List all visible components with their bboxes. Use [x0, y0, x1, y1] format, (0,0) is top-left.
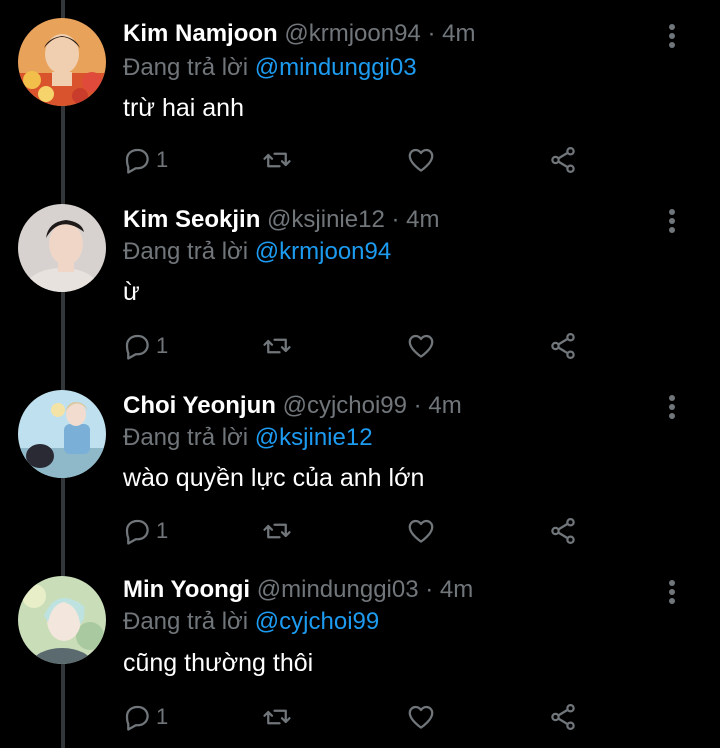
- user-handle[interactable]: @cyjchoi99: [283, 392, 407, 419]
- retweet-button[interactable]: [262, 511, 292, 551]
- tweet-header: Kim Namjoon @krmjoon94 · 4m: [123, 18, 475, 50]
- tweet-header: Kim Seokjin @ksjinie12 · 4m: [123, 204, 439, 236]
- tweet[interactable]: Kim Namjoon @krmjoon94 · 4m Đang trả lời…: [0, 0, 720, 185]
- share-icon: [551, 147, 575, 173]
- avatar[interactable]: [18, 390, 106, 478]
- reply-button[interactable]: 1: [122, 140, 168, 180]
- retweet-icon: [263, 338, 291, 354]
- retweet-button[interactable]: [262, 326, 292, 366]
- share-icon: [551, 333, 575, 359]
- like-button[interactable]: [406, 140, 436, 180]
- share-button[interactable]: [548, 140, 578, 180]
- tweet-header: Choi Yeonjun @cyjchoi99 · 4m: [123, 390, 462, 422]
- reply-button[interactable]: 1: [122, 511, 168, 551]
- reply-count: 1: [156, 704, 169, 729]
- heart-icon: [408, 519, 434, 543]
- more-options-icon[interactable]: [660, 21, 684, 51]
- timestamp[interactable]: 4m: [440, 576, 473, 603]
- tweet-text: trừ hai anh: [123, 94, 244, 122]
- tweet-actions: 1: [120, 326, 600, 366]
- tweet-text: ừ: [123, 278, 140, 306]
- replying-label: Đang trả lời: [123, 424, 249, 451]
- avatar[interactable]: [18, 18, 106, 106]
- replying-label: Đang trả lời: [123, 54, 249, 81]
- share-icon: [551, 704, 575, 730]
- user-handle[interactable]: @mindunggi03: [257, 576, 419, 603]
- replying-mention[interactable]: @krmjoon94: [255, 238, 391, 265]
- timestamp[interactable]: 4m: [406, 206, 439, 233]
- separator-dot: ·: [413, 392, 422, 419]
- separator-dot: ·: [391, 206, 400, 233]
- avatar[interactable]: [18, 204, 106, 292]
- like-button[interactable]: [406, 511, 436, 551]
- tweet-actions: 1: [120, 511, 600, 551]
- replying-to: Đang trả lời @krmjoon94: [123, 236, 391, 268]
- heart-icon: [408, 334, 434, 358]
- separator-dot: ·: [427, 20, 436, 47]
- replying-mention[interactable]: @cyjchoi99: [255, 608, 379, 635]
- tweet-text: cũng thường thôi: [123, 649, 314, 677]
- user-handle[interactable]: @ksjinie12: [267, 206, 385, 233]
- avatar[interactable]: [18, 576, 106, 664]
- replying-to: Đang trả lời @mindunggi03: [123, 52, 417, 84]
- reply-count: 1: [156, 333, 169, 358]
- more-options-icon[interactable]: [660, 577, 684, 607]
- display-name[interactable]: Kim Seokjin: [123, 206, 260, 233]
- tweet-actions: 1: [120, 140, 600, 180]
- tweet[interactable]: Kim Seokjin @ksjinie12 · 4m Đang trả lời…: [0, 186, 720, 371]
- display-name[interactable]: Choi Yeonjun: [123, 392, 276, 419]
- tweet-text: wào quyền lực của anh lớn: [123, 464, 425, 492]
- heart-icon: [408, 705, 434, 729]
- retweet-icon: [263, 709, 291, 725]
- share-button[interactable]: [548, 326, 578, 366]
- tweet[interactable]: Choi Yeonjun @cyjchoi99 · 4m Đang trả lờ…: [0, 372, 720, 557]
- reply-icon: [125, 334, 149, 360]
- retweet-icon: [263, 523, 291, 539]
- reply-icon: [125, 519, 149, 545]
- reply-count: 1: [156, 147, 169, 172]
- like-button[interactable]: [406, 326, 436, 366]
- reply-icon: [125, 148, 149, 174]
- replying-label: Đang trả lời: [123, 608, 249, 635]
- replying-mention[interactable]: @mindunggi03: [255, 54, 417, 81]
- share-button[interactable]: [548, 511, 578, 551]
- replying-to: Đang trả lời @ksjinie12: [123, 422, 373, 454]
- reply-count: 1: [156, 518, 169, 543]
- share-icon: [551, 518, 575, 544]
- heart-icon: [408, 148, 434, 172]
- reply-button[interactable]: 1: [122, 697, 168, 737]
- share-button[interactable]: [548, 697, 578, 737]
- like-button[interactable]: [406, 697, 436, 737]
- timestamp[interactable]: 4m: [428, 392, 461, 419]
- tweet-actions: 1: [120, 697, 600, 737]
- replying-mention[interactable]: @ksjinie12: [255, 424, 373, 451]
- replying-label: Đang trả lời: [123, 238, 249, 265]
- user-handle[interactable]: @krmjoon94: [284, 20, 420, 47]
- separator-dot: ·: [425, 576, 434, 603]
- display-name[interactable]: Kim Namjoon: [123, 20, 278, 47]
- reply-icon: [125, 705, 149, 731]
- tweet[interactable]: Min Yoongi @mindunggi03 · 4m Đang trả lờ…: [0, 558, 720, 743]
- replying-to: Đang trả lời @cyjchoi99: [123, 606, 379, 638]
- display-name[interactable]: Min Yoongi: [123, 576, 250, 603]
- tweet-header: Min Yoongi @mindunggi03 · 4m: [123, 574, 473, 606]
- more-options-icon[interactable]: [660, 206, 684, 236]
- retweet-icon: [263, 152, 291, 168]
- retweet-button[interactable]: [262, 697, 292, 737]
- timestamp[interactable]: 4m: [442, 20, 475, 47]
- retweet-button[interactable]: [262, 140, 292, 180]
- reply-button[interactable]: 1: [122, 326, 168, 366]
- more-options-icon[interactable]: [660, 392, 684, 422]
